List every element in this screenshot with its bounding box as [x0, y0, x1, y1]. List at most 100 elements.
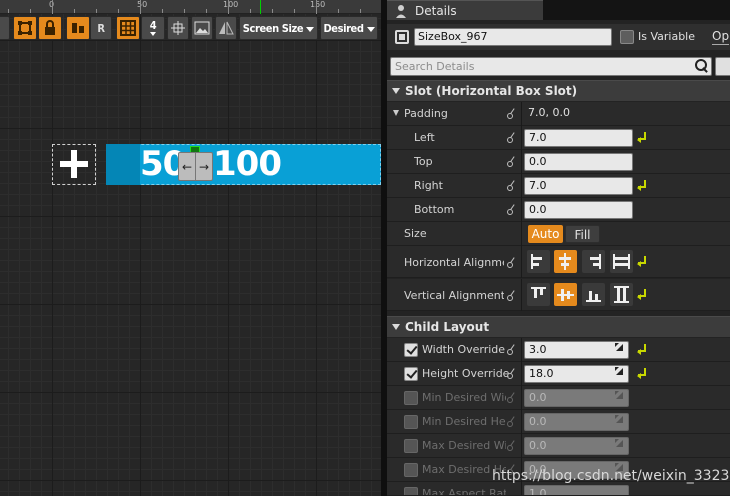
min-desired-height-input[interactable]: 0.0	[524, 413, 629, 431]
ruler-label-100: 100	[223, 0, 239, 9]
padding-left-input[interactable]: 7.0	[524, 129, 633, 147]
ruler-cursor-marker	[260, 0, 261, 14]
halign-right-button[interactable]	[582, 250, 605, 273]
row-max-aspect-ratio: Max Aspect Ratio 1.0	[387, 482, 730, 496]
is-variable-label: Is Variable	[638, 30, 696, 43]
designer-viewport[interactable]: 0 50 100 150 R 4	[0, 0, 381, 496]
row-size: Size Auto Fill	[387, 222, 730, 246]
row-min-desired-height: Min Desired Heigh 0.0	[387, 410, 730, 434]
bind-icon[interactable]	[507, 203, 517, 215]
valign-fill-button[interactable]	[610, 283, 633, 306]
min-desired-height-checkbox[interactable]	[404, 415, 418, 429]
tab-details[interactable]: Details	[387, 0, 543, 20]
screen-size-label: Screen Size	[243, 22, 314, 35]
row-padding: Padding 7.0, 0.0	[387, 102, 730, 126]
reset-arrow-icon[interactable]	[637, 289, 646, 300]
search-row: Search Details	[387, 55, 730, 79]
search-icon[interactable]	[692, 57, 709, 74]
section-child-layout[interactable]: Child Layout	[387, 316, 730, 337]
desired-label: Desired	[323, 22, 374, 35]
height-override-checkbox[interactable]	[404, 367, 418, 381]
spin-arrow-icon[interactable]	[615, 391, 623, 399]
plus-icon	[57, 148, 91, 180]
reset-arrow-icon[interactable]	[637, 256, 646, 267]
reset-arrow-icon[interactable]	[637, 180, 646, 191]
padding-bottom-input[interactable]: 0.0	[524, 201, 633, 219]
max-desired-width-checkbox[interactable]	[404, 439, 418, 453]
bind-icon[interactable]	[507, 131, 517, 143]
halign-fill-button[interactable]	[610, 250, 633, 273]
max-desired-height-checkbox[interactable]	[404, 463, 418, 477]
search-input[interactable]: Search Details	[390, 57, 712, 76]
spin-arrow-icon[interactable]	[615, 367, 623, 375]
min-desired-width-input[interactable]: 0.0	[524, 389, 629, 407]
top-ruler: 0 50 100 150	[0, 0, 381, 14]
transform-mode-button[interactable]	[13, 16, 37, 40]
zoom-fit-button[interactable]	[167, 16, 189, 40]
grid-snap-button[interactable]	[116, 16, 140, 40]
bind-icon[interactable]	[507, 439, 517, 451]
row-vertical-alignment: Vertical Alignment	[387, 279, 730, 311]
valign-top-button[interactable]	[527, 283, 550, 306]
row-horizontal-alignment: Horizontal Alignme	[387, 246, 730, 278]
flip-triangle-icon	[219, 21, 234, 35]
padding-right-input[interactable]: 7.0	[524, 177, 633, 195]
max-aspect-ratio-checkbox[interactable]	[404, 487, 418, 495]
flip-button[interactable]	[215, 16, 237, 40]
bind-icon[interactable]	[507, 179, 517, 191]
valign-bottom-button[interactable]	[582, 283, 605, 306]
padding-top-input[interactable]: 0.0	[524, 153, 633, 171]
reset-arrow-icon[interactable]	[637, 132, 646, 143]
transform-frame-icon	[18, 21, 32, 35]
bind-icon[interactable]	[507, 256, 517, 268]
grid-size-dropdown[interactable]: 4	[141, 16, 165, 40]
bind-icon[interactable]	[507, 367, 517, 379]
size-fill-button[interactable]: Fill	[565, 225, 600, 243]
min-desired-width-checkbox[interactable]	[404, 391, 418, 405]
spin-arrow-icon[interactable]	[615, 415, 623, 423]
valign-center-button[interactable]	[554, 283, 577, 306]
local-space-button[interactable]	[66, 16, 90, 40]
open-link[interactable]: Op	[712, 28, 730, 45]
reset-arrow-icon[interactable]	[637, 368, 646, 379]
bind-icon[interactable]	[507, 289, 517, 301]
watermark-text: https://blog.csdn.net/weixin_33232568	[492, 468, 730, 484]
bind-icon[interactable]	[507, 415, 517, 427]
toolbar-edge-button[interactable]	[0, 16, 10, 40]
width-override-input[interactable]: 3.0	[524, 341, 629, 359]
expand-triangle-icon[interactable]	[393, 110, 399, 116]
bind-icon[interactable]	[507, 107, 517, 119]
size-auto-button[interactable]: Auto	[528, 225, 563, 243]
spin-arrow-icon[interactable]	[615, 439, 623, 447]
height-override-input[interactable]: 18.0	[524, 365, 629, 383]
desired-dropdown[interactable]: Desired	[320, 16, 378, 40]
max-desired-width-input[interactable]: 0.0	[524, 437, 629, 455]
max-aspect-ratio-input[interactable]: 1.0	[524, 485, 629, 495]
padding-top-label: Top	[414, 155, 433, 168]
image-preview-button[interactable]	[191, 16, 213, 40]
lock-icon	[45, 20, 55, 35]
arrow-right-icon: →	[198, 159, 210, 174]
screen-size-dropdown[interactable]: Screen Size	[239, 16, 318, 40]
horizontal-resize-handle[interactable]: ← →	[178, 152, 213, 181]
lock-button[interactable]	[38, 16, 62, 40]
is-variable-checkbox[interactable]	[620, 30, 634, 44]
halign-left-button[interactable]	[527, 250, 550, 273]
bind-icon[interactable]	[507, 343, 517, 355]
row-height-override: Height Override 18.0	[387, 362, 730, 386]
section-child-layout-label: Child Layout	[405, 320, 490, 334]
bind-icon[interactable]	[507, 155, 517, 167]
section-slot[interactable]: Slot (Horizontal Box Slot)	[387, 80, 730, 101]
widget-name-input[interactable]: SizeBox_967	[414, 28, 612, 46]
view-options-button[interactable]	[715, 57, 730, 76]
designer-toolbar: R 4 Screen Size Desired	[0, 16, 381, 42]
widget-name-row: SizeBox_967 Is Variable Op	[387, 24, 730, 50]
spin-arrow-icon[interactable]	[615, 343, 623, 351]
halign-center-button[interactable]	[554, 250, 577, 273]
padding-right-label: Right	[414, 179, 443, 192]
width-override-checkbox[interactable]	[404, 343, 418, 357]
r-toggle-button[interactable]: R	[90, 16, 112, 40]
vertical-alignment-label: Vertical Alignment	[404, 289, 504, 302]
bind-icon[interactable]	[507, 391, 517, 403]
reset-arrow-icon[interactable]	[637, 344, 646, 355]
